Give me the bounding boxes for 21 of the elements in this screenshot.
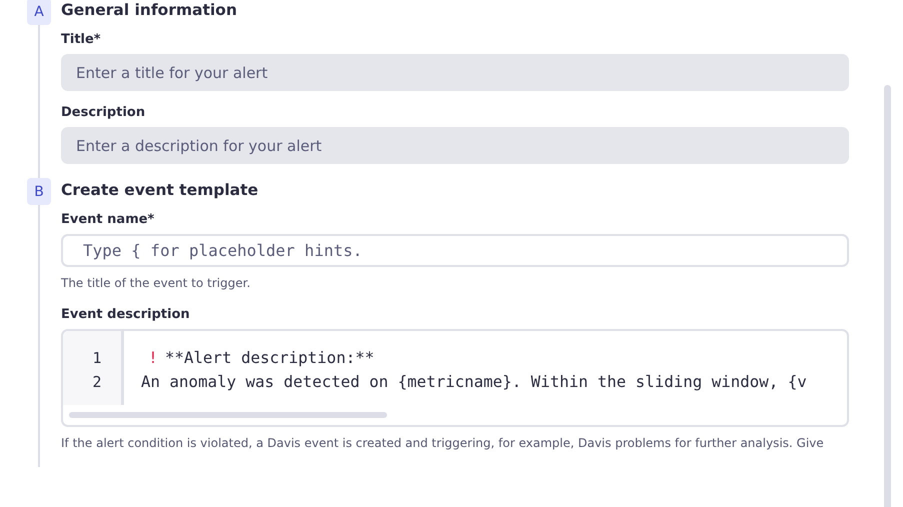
field-label: Event description bbox=[61, 307, 191, 322]
section-heading: General information bbox=[61, 0, 238, 21]
code-line: An anomaly was detected on {metricname}. Within the sliding window, {v bbox=[141, 371, 807, 393]
step-badge: A bbox=[27, 0, 51, 25]
lint-marker: ! bbox=[147, 347, 159, 369]
field-label: Event name* bbox=[61, 212, 156, 227]
field-label: Description bbox=[61, 105, 146, 120]
step-badge: B bbox=[27, 178, 51, 205]
line-number: 1 bbox=[91, 348, 102, 369]
code-editor[interactable]: 1 2 ! **Alert description:** An anomaly was detected on {metricname}. Within the sliding window, {v bbox=[61, 329, 849, 427]
section-heading: Create event template bbox=[61, 180, 260, 201]
help-text: If the alert condition is violated, a Davis event is created and triggering, for example, Davis problems for further analysis. Give bbox=[61, 435, 825, 452]
line-number: 2 bbox=[91, 372, 102, 393]
input-field[interactable]: Enter a title for your alert bbox=[61, 54, 849, 91]
code-line: **Alert description:** bbox=[165, 347, 374, 369]
scrollbar-thumb[interactable] bbox=[884, 85, 891, 507]
input-field[interactable]: Type { for placeholder hints. bbox=[61, 234, 849, 267]
field-label: Title* bbox=[61, 32, 102, 47]
input-field[interactable]: Enter a description for your alert bbox=[61, 127, 849, 164]
scrollbar-thumb[interactable] bbox=[69, 412, 387, 418]
help-text: The title of the event to trigger. bbox=[61, 275, 252, 292]
